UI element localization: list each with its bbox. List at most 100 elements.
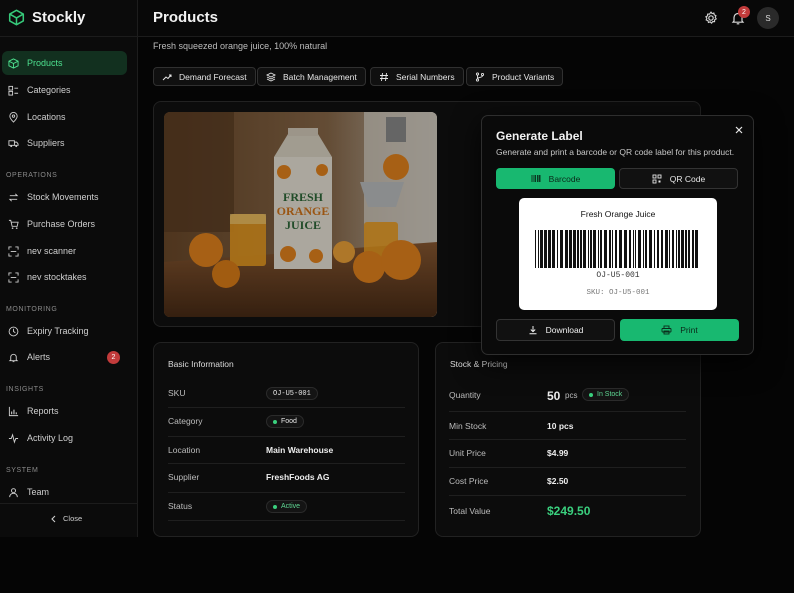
barcode-bar: [681, 230, 684, 268]
sidebar-item-label: Team: [27, 487, 50, 497]
collapse-sidebar-button[interactable]: Close: [50, 514, 82, 523]
barcode-bar: [692, 230, 694, 268]
barcode-bar: [535, 230, 536, 268]
barcode-bar: [540, 230, 543, 268]
print-button[interactable]: Print: [620, 319, 739, 341]
barcode-bar: [593, 230, 596, 268]
sidebar-item-team[interactable]: Team: [2, 480, 127, 504]
print-label: Print: [680, 325, 698, 335]
sku-value: OJ-U5-001: [266, 387, 318, 400]
brand[interactable]: Stockly: [8, 9, 85, 26]
sidebar-item-nev-stocktakes[interactable]: nev stocktakes: [2, 265, 127, 289]
qr-tab-label: QR Code: [669, 173, 706, 184]
close-icon[interactable]: [733, 124, 745, 136]
barcode-bar: [645, 230, 647, 268]
printer-icon: [661, 325, 672, 335]
scan-icon: [8, 271, 19, 283]
barcode-bar: [619, 230, 622, 268]
barcode-bar: [669, 230, 670, 268]
sidebar-item-label: Activity Log: [27, 433, 74, 443]
location-label: Location: [168, 445, 201, 455]
sidebar-item-purchase-orders[interactable]: Purchase Orders: [2, 212, 127, 236]
barcode-bar: [552, 230, 555, 268]
unit-price-value: $4.99: [547, 448, 569, 458]
card-title: Basic Information: [168, 359, 234, 369]
barcode-bar: [565, 230, 568, 268]
barcode-bar: [635, 230, 636, 268]
gear-icon[interactable]: [703, 10, 719, 26]
sidebar-item-reports[interactable]: Reports: [2, 399, 127, 423]
barcode-bar: [624, 230, 627, 268]
sidebar-item-stock-movements[interactable]: Stock Movements: [2, 185, 127, 209]
card-title: Stock & Pricing: [450, 359, 508, 369]
cart-icon: [8, 219, 19, 229]
quantity-unit: pcs: [565, 391, 578, 400]
chart-icon: [8, 406, 19, 416]
section-title-system: SYSTEM: [6, 467, 39, 474]
barcode-bar: [685, 230, 687, 268]
sidebar-item-nev-scanner[interactable]: nev scanner: [2, 239, 127, 263]
users-icon: [9, 487, 18, 497]
barcode-bar: [672, 230, 674, 268]
close-label: Close: [63, 514, 83, 523]
tab-demand-forecast[interactable]: Demand Forecast: [153, 67, 256, 86]
barcode-bar: [544, 230, 547, 268]
label-product-name: Fresh Orange Juice: [580, 209, 656, 219]
sidebar-item-suppliers[interactable]: Suppliers: [2, 131, 127, 155]
branch-icon: [475, 71, 485, 82]
sidebar-item-label: Purchase Orders: [27, 219, 96, 229]
truck-icon: [8, 139, 19, 147]
barcode-bar: [657, 230, 659, 268]
category-label: Category: [168, 416, 203, 426]
status-badge: Active: [266, 500, 308, 513]
box-icon: [8, 57, 19, 69]
row-divider: [168, 463, 405, 464]
product-image[interactable]: FRESH ORANGE JUICE: [164, 112, 437, 317]
sidebar-item-products[interactable]: Products: [2, 51, 127, 75]
barcode-tab[interactable]: Barcode: [496, 168, 615, 189]
tab-label: Batch Management: [283, 71, 357, 82]
sidebar-item-activity-log[interactable]: Activity Log: [2, 426, 127, 450]
sidebar-item-alerts[interactable]: Alerts 2: [2, 345, 127, 369]
row-divider: [449, 411, 686, 412]
top-header: Products 2 S: [138, 0, 794, 37]
avatar[interactable]: S: [757, 7, 779, 29]
supplier-label: Supplier: [168, 472, 200, 482]
tab-label: Serial Numbers: [396, 71, 455, 82]
sidebar-item-locations[interactable]: Locations: [2, 105, 127, 129]
barcode-bar: [695, 230, 698, 268]
sidebar-bottom-divider: [0, 503, 138, 504]
cube-logo-icon: [8, 9, 25, 26]
dialog-title: Generate Label: [496, 129, 583, 143]
layers-icon: [8, 85, 19, 96]
sidebar-item-label: Stock Movements: [27, 192, 99, 202]
tab-batch-management[interactable]: Batch Management: [257, 67, 366, 86]
stock-status-badge: In Stock: [582, 388, 630, 401]
barcode-bar: [590, 230, 592, 268]
sidebar-item-expiry-tracking[interactable]: Expiry Tracking: [2, 319, 127, 343]
min-stock-label: Min Stock: [449, 421, 487, 431]
download-button[interactable]: Download: [496, 319, 615, 341]
barcode-icon: [531, 175, 541, 182]
total-value-label: Total Value: [449, 506, 491, 516]
barcode-bar: [609, 230, 611, 268]
tab-product-variants[interactable]: Product Variants: [466, 67, 564, 86]
label-preview: Fresh Orange Juice OJ-U5-001 SKU: OJ-U5-…: [519, 198, 717, 310]
sidebar-item-label: Products: [27, 58, 63, 68]
barcode-bar: [598, 230, 599, 268]
sidebar: Stockly Products Categories Locations Su…: [0, 0, 138, 537]
barcode-bar: [612, 230, 613, 268]
arrows-icon: [8, 193, 19, 201]
download-icon: [529, 326, 537, 335]
sidebar-item-label: Suppliers: [27, 138, 65, 148]
barcode-bar: [678, 230, 680, 268]
total-value: $249.50: [547, 504, 591, 518]
bell-icon: [8, 353, 19, 362]
product-subtitle: Fresh squeezed orange juice, 100% natura…: [153, 41, 328, 51]
sidebar-item-categories[interactable]: Categories: [2, 78, 127, 102]
row-divider: [168, 520, 405, 521]
qr-code-tab[interactable]: QR Code: [619, 168, 738, 189]
sidebar-item-label: Reports: [27, 406, 59, 416]
tab-serial-numbers[interactable]: Serial Numbers: [370, 67, 464, 86]
row-divider: [168, 492, 405, 493]
